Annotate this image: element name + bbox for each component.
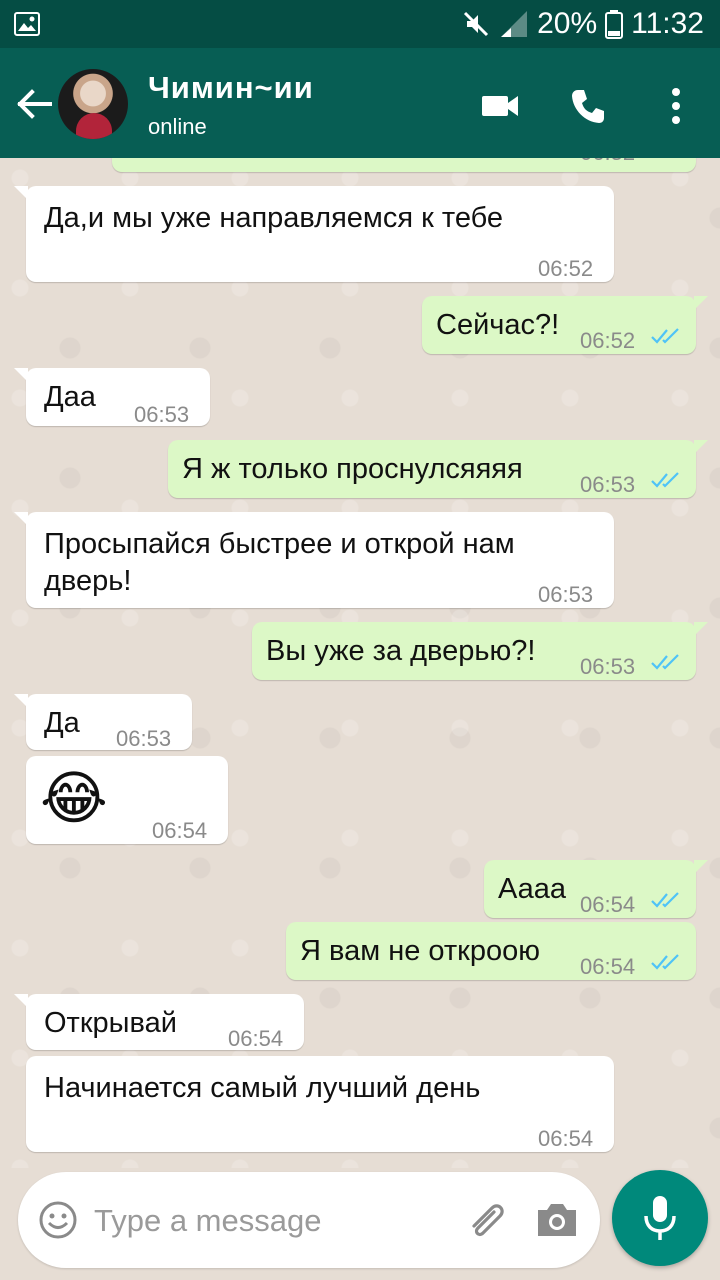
double-check-icon [651,954,679,970]
gallery-icon [14,12,40,36]
signal-icon [501,11,528,37]
message-text: Я ж только проснулсяяяя [182,453,523,485]
message-text: Аааа [498,873,567,905]
paperclip-icon[interactable] [464,1198,510,1244]
message-incoming[interactable]: Открывай 06:54 [14,994,304,1051]
phone-icon[interactable] [566,84,610,128]
message-input[interactable] [92,1194,456,1248]
video-call-icon[interactable] [478,84,522,128]
message-outgoing[interactable]: Сейчас?! 06:52 [422,296,708,354]
laughing-emoji: 😂 [40,766,108,831]
message-composer [18,1172,600,1268]
message-outgoing[interactable]: Вы уже за дверью?! 06:53 [252,622,708,680]
message-time: 06:54 [580,892,636,917]
message-time: 06:53 [116,726,172,751]
message-text: Вы уже за дверью?! [266,635,536,667]
arrow-left-icon[interactable] [14,84,54,124]
chat-header: Чимин~ии online [0,48,720,158]
battery-percent: 20% [537,7,598,40]
message-outgoing[interactable]: Аааа 06:54 [484,860,708,918]
more-vert-icon[interactable] [656,84,700,128]
message-time: 06:53 [580,654,636,679]
message-time: 06:53 [538,582,594,607]
message-text: Я вам не откроою [300,935,541,967]
double-check-icon [651,328,679,344]
mic-button[interactable] [612,1170,708,1266]
double-check-icon [651,892,679,908]
message-time: 06:54 [152,818,208,843]
contact-name[interactable]: Чимин~ии [148,70,314,106]
emoji-icon[interactable] [38,1200,78,1240]
message-time: 06:54 [538,1126,594,1151]
camera-icon[interactable] [534,1200,580,1240]
message-text: Просыпайся быстрее и открой нам дверь! [44,528,515,597]
message-time: 06:53 [580,472,636,497]
message-text: Начинается самый лучший день [44,1072,481,1104]
battery-icon [605,10,624,39]
message-outgoing[interactable]: 06:52 [112,158,696,172]
message-text: Открывай [44,1007,177,1039]
status-bar: 20% 11:32 [0,0,720,48]
clock: 11:32 [631,7,704,40]
message-text: Да [44,707,80,739]
message-time: 06:53 [134,402,190,427]
message-text: Даа [44,381,96,413]
message-time: 06:52 [580,328,636,353]
double-check-icon [651,472,679,488]
message-time: 06:54 [580,954,636,979]
double-check-icon [651,654,679,670]
message-incoming[interactable]: Даа 06:53 [14,368,210,427]
message-incoming[interactable]: Да,и мы уже направляемся к тебе 06:52 [14,186,614,282]
avatar[interactable] [58,69,128,139]
message-text: Да,и мы уже направляемся к тебе [44,202,504,234]
message-time: 06:54 [228,1026,284,1051]
contact-status: online [148,114,207,139]
message-incoming[interactable]: Начинается самый лучший день 06:54 [26,1056,614,1152]
mic-icon [644,1196,676,1240]
mute-icon [464,11,489,37]
message-outgoing[interactable]: Я ж только проснулсяяяя 06:53 [168,440,708,498]
message-time: 06:52 [580,158,635,171]
message-outgoing[interactable]: Я вам не откроою 06:54 [286,922,696,980]
message-incoming[interactable]: Да 06:53 [14,694,192,751]
message-list[interactable]: 06:52 Да,и мы уже направляемся к тебе 06… [0,158,720,1168]
message-text: Сейчас?! [436,309,560,341]
message-incoming[interactable]: 😂 06:54 [26,756,228,844]
message-incoming[interactable]: Просыпайся быстрее и открой нам дверь! 0… [14,512,614,608]
message-time: 06:52 [538,256,594,281]
